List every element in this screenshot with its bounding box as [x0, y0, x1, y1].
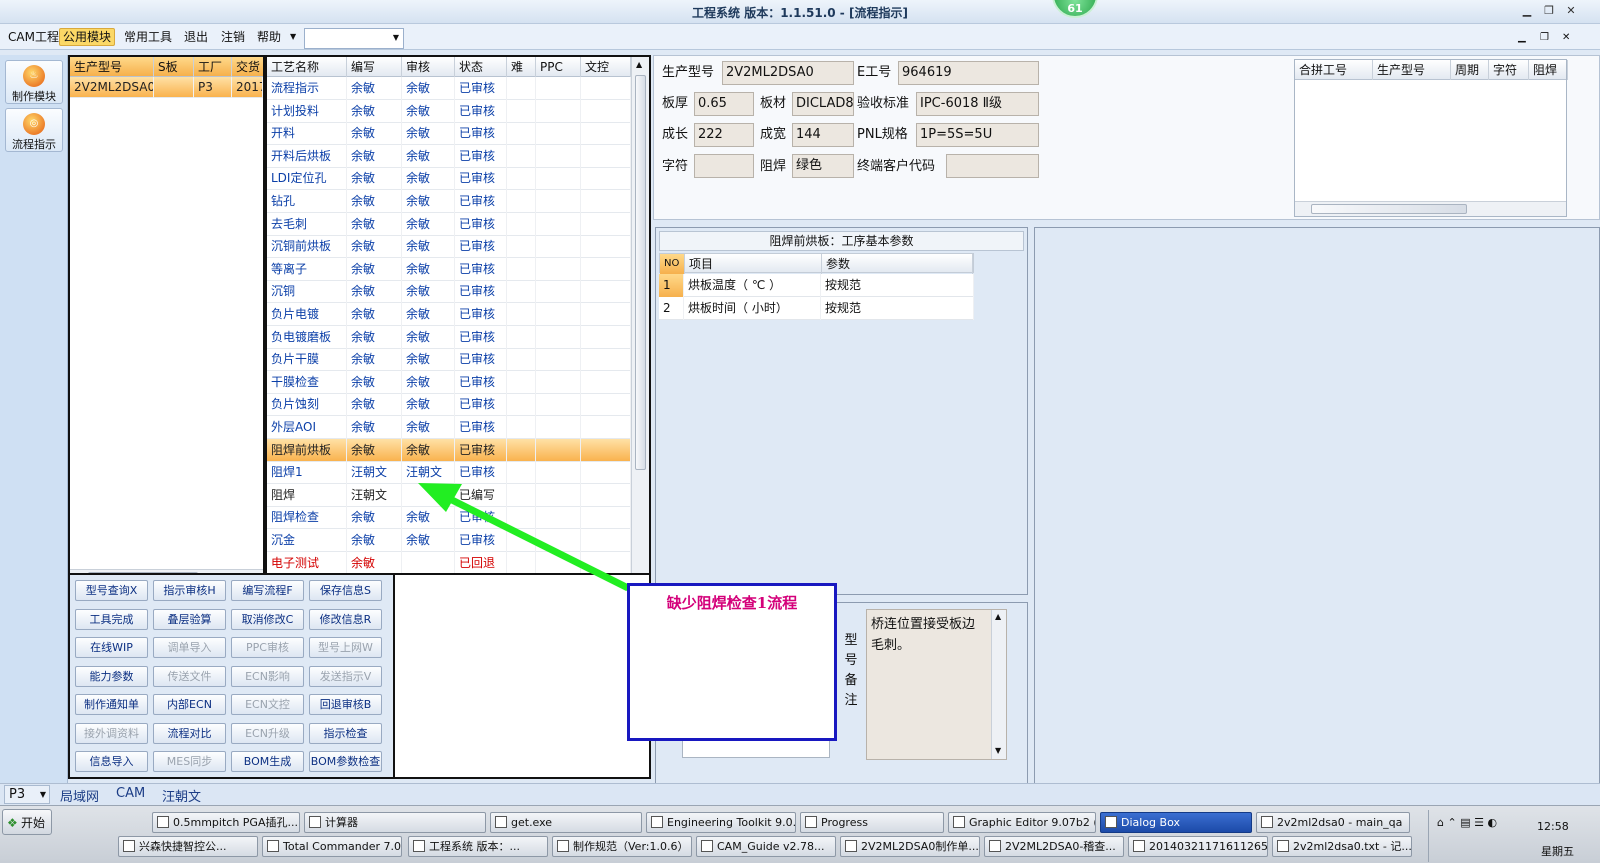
status-bar: P3 ▼ 局域网 CAM 汪朝文	[0, 783, 1600, 805]
taskbar-item-label: 2v2ml2dsa0 - main_qa	[1277, 816, 1403, 829]
taskbar-item-label: 计算器	[325, 816, 358, 829]
taskbar-item[interactable]: 20140321171611265...	[1128, 836, 1268, 857]
app-icon	[701, 840, 713, 852]
status-combo[interactable]: P3 ▼	[4, 785, 50, 804]
app-icon	[495, 816, 507, 828]
taskbar-item-label: Engineering Toolkit 9.0...	[667, 816, 796, 829]
taskbar-item[interactable]: 2V2ML2DSA0-稽查...	[984, 836, 1124, 857]
app-icon	[953, 816, 965, 828]
taskbar-item-label: 制作规范（Ver:1.0.6）	[573, 840, 689, 853]
taskbar-item-label: 工程系统 版本：...	[429, 840, 520, 853]
taskbar-item-label: 兴森快捷智控公...	[139, 840, 227, 853]
start-label: 开始	[21, 816, 46, 830]
taskbar-item-label: 0.5mmpitch PGA插孔...	[173, 816, 298, 829]
app-icon	[157, 816, 169, 828]
app-icon	[1105, 816, 1117, 828]
app-icon	[123, 840, 135, 852]
app-icon	[1133, 840, 1145, 852]
app-icon	[989, 840, 1001, 852]
taskbar: ❖ 开始 0.5mmpitch PGA插孔... 计算器 get.exe Enginee…	[0, 805, 1600, 863]
taskbar-item[interactable]: 2V2ML2DSA0制作单...	[840, 836, 980, 857]
arrow-line	[440, 491, 630, 592]
taskbar-item-label: Dialog Box	[1121, 816, 1180, 829]
taskbar-item-label: 2V2ML2DSA0-稽查...	[1005, 840, 1116, 853]
taskbar-item-label: CAM_Guide v2.78...	[717, 840, 825, 853]
app-icon	[805, 816, 817, 828]
taskbar-item-label: Graphic Editor 9.07b2 (...	[969, 816, 1096, 829]
clock-time[interactable]: 12:58	[1537, 820, 1569, 833]
taskbar-item[interactable]: Total Commander 7.0...	[262, 836, 402, 857]
taskbar-item[interactable]: Progress	[800, 812, 944, 833]
status-user: 汪朝文	[162, 790, 202, 805]
status-network: 局域网	[60, 790, 100, 805]
app-icon	[413, 840, 425, 852]
chevron-down-icon: ▼	[39, 790, 46, 799]
taskbar-item-label: Total Commander 7.0...	[283, 840, 402, 853]
taskbar-item[interactable]: 兴森快捷智控公...	[118, 836, 258, 857]
arrow-head	[418, 483, 462, 512]
taskbar-item[interactable]: CAM_Guide v2.78...	[696, 836, 836, 857]
app-icon	[1261, 816, 1273, 828]
taskbar-item[interactable]: 0.5mmpitch PGA插孔...	[152, 812, 300, 833]
windows-icon: ❖	[7, 816, 18, 830]
taskbar-item[interactable]: 2v2ml2dsa0.txt - 记...	[1272, 836, 1412, 857]
taskbar-item-label: 2v2ml2dsa0.txt - 记...	[1293, 840, 1412, 853]
taskbar-item[interactable]: 工程系统 版本：...	[408, 836, 548, 857]
start-button[interactable]: ❖ 开始	[2, 809, 52, 835]
taskbar-item-label: 20140321171611265...	[1149, 840, 1268, 853]
taskbar-item[interactable]: Graphic Editor 9.07b2 (...	[948, 812, 1096, 833]
tray-icons[interactable]: ⌂ ⌃ ▤ ☰ ◐	[1437, 816, 1497, 829]
taskbar-item[interactable]: Dialog Box	[1100, 812, 1252, 833]
status-combo-value: P3	[9, 787, 26, 802]
annotation-callout: 缺少阻焊检查1流程	[627, 583, 837, 741]
clock-day: 星期五	[1541, 845, 1574, 858]
taskbar-item[interactable]: 计算器	[304, 812, 486, 833]
system-tray: ⌂ ⌃ ▤ ☰ ◐ 12:58 星期五	[1428, 810, 1598, 862]
taskbar-item-label: Progress	[821, 816, 868, 829]
app-icon	[557, 840, 569, 852]
app-icon	[1277, 840, 1289, 852]
taskbar-item-label: 2V2ML2DSA0制作单...	[861, 840, 979, 853]
taskbar-item[interactable]: 2v2ml2dsa0 - main_qa	[1256, 812, 1410, 833]
app-icon	[309, 816, 321, 828]
app-icon	[845, 840, 857, 852]
taskbar-item[interactable]: 制作规范（Ver:1.0.6）	[552, 836, 692, 857]
taskbar-item[interactable]: get.exe	[490, 812, 642, 833]
app-icon	[651, 816, 663, 828]
status-module: CAM	[116, 786, 146, 801]
taskbar-item-label: get.exe	[511, 816, 553, 829]
taskbar-item[interactable]: Engineering Toolkit 9.0...	[646, 812, 796, 833]
app-icon	[267, 840, 279, 852]
